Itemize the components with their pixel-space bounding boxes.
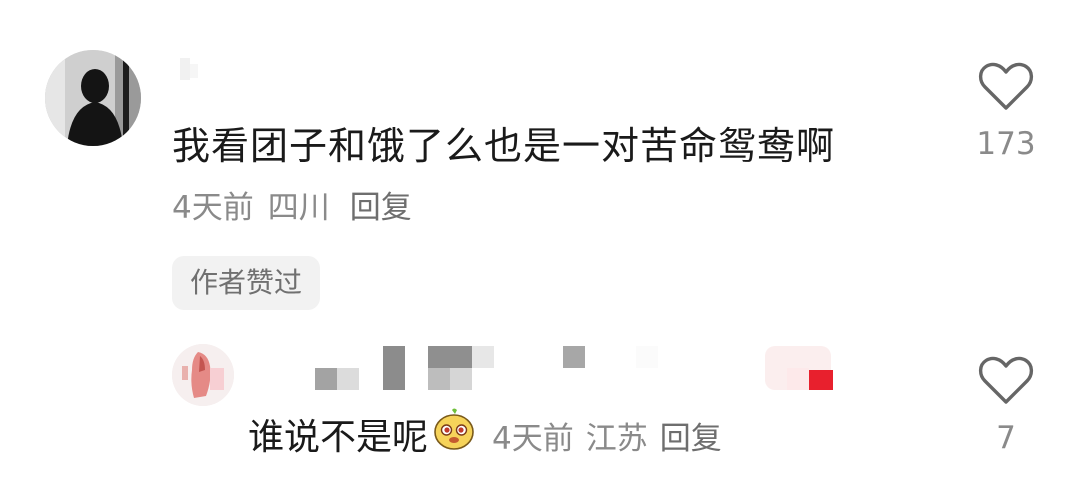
heart-outline-icon — [978, 356, 1034, 404]
reply-location: 江苏 — [585, 421, 648, 457]
avatar[interactable] — [45, 50, 141, 146]
comment-text: 我看团子和饿了么也是一对苦命鸳鸯啊 — [172, 124, 836, 168]
comment-meta: 4天前 四川 回复 — [172, 188, 426, 228]
username-redacted[interactable] — [172, 54, 212, 86]
comment-section: 我看团子和饿了么也是一对苦命鸳鸯啊 4天前 四川 回复 作者赞过 173 谁说不… — [0, 0, 1080, 477]
like-count: 7 — [996, 420, 1016, 456]
comment-like-button[interactable]: 173 — [951, 62, 1061, 162]
reply-content: 谁说不是呢 4天前 江苏 回复 — [248, 408, 734, 464]
avatar-image — [172, 344, 234, 406]
reply-text: 谁说不是呢 — [248, 417, 429, 458]
username-redaction-block — [210, 368, 224, 390]
comment-location: 四川 — [267, 190, 330, 226]
reply-button[interactable]: 回复 — [660, 421, 722, 457]
reply-username-redacted[interactable] — [240, 342, 860, 394]
reply-meta: 4天前 江苏 回复 — [492, 421, 734, 457]
reply-like-button[interactable]: 7 — [951, 356, 1061, 456]
avatar-image — [45, 50, 141, 146]
reply-avatar[interactable] — [172, 344, 234, 406]
comment-time: 4天前 — [172, 190, 254, 226]
reply-time: 4天前 — [492, 421, 574, 457]
heart-outline-icon — [978, 62, 1034, 110]
author-liked-badge: 作者赞过 — [172, 256, 321, 310]
yellow-face-sticker-icon — [432, 407, 476, 464]
reply-button[interactable]: 回复 — [350, 190, 412, 226]
like-count: 173 — [976, 126, 1036, 162]
